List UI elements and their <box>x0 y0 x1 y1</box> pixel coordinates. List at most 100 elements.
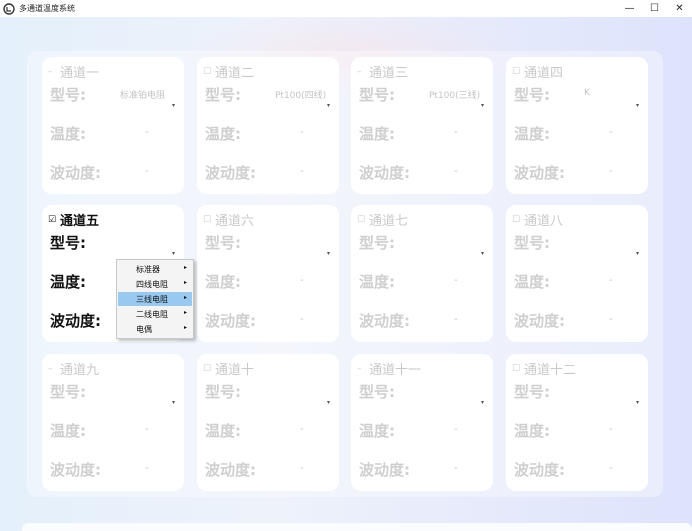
temperature-value: - <box>145 424 149 435</box>
channel-name: 通道三 <box>369 66 409 81</box>
model-dropdown-caret-icon[interactable]: ▾ <box>481 102 484 109</box>
temperature-label: 温度: <box>205 273 241 291</box>
model-dropdown-caret-icon[interactable]: ▾ <box>172 250 175 257</box>
temperature-label: 温度: <box>50 422 86 440</box>
channel-name: 通道十一 <box>369 363 422 378</box>
maximize-button[interactable]: ☐ <box>642 0 667 17</box>
model-label: 型号: <box>359 383 395 401</box>
channel-card-7: ☐ 通道七 型号: ▾ 温度: - 波动度: - <box>351 205 493 342</box>
channel-card-6: ☐ 通道六 型号: ▾ 温度: - 波动度: - <box>197 205 339 342</box>
temperature-value: - <box>300 275 304 286</box>
fluctuation-value: - <box>454 463 458 474</box>
channel-checkbox[interactable]: ☐ <box>512 67 522 77</box>
channel-header: ☐ 通道七 <box>357 210 408 229</box>
channel-card-2: ☐ 通道二 型号: Pt100(四线) ▾ 温度: - 波动度: - <box>197 57 339 194</box>
close-button[interactable]: ✕ <box>667 0 692 17</box>
fluctuation-label: 波动度: <box>50 461 101 479</box>
window-title: 多通道温度系统 <box>19 4 75 13</box>
channel-name: 通道四 <box>524 66 564 81</box>
channel-header: – 通道三 <box>357 62 408 81</box>
fluctuation-label: 波动度: <box>205 461 256 479</box>
temperature-label: 温度: <box>359 273 395 291</box>
channel-card-11: – 通道十一 型号: ▾ 温度: - 波动度: - <box>351 354 493 491</box>
channel-checkbox[interactable]: ☐ <box>512 364 522 374</box>
channel-checkbox[interactable]: ☑ <box>48 215 58 225</box>
channel-name: 通道十二 <box>524 363 577 378</box>
model-dropdown-caret-icon[interactable]: ▾ <box>172 399 175 406</box>
minimize-button[interactable]: — <box>617 0 642 17</box>
channel-header: ☐ 通道八 <box>512 210 563 229</box>
sensor-type-context-menu[interactable]: 标准器 ▸ 四线电阻 ▸ 三线电阻 ▸ 二线电阻 ▸ 电偶 ▸ <box>116 259 194 339</box>
temperature-value: - <box>454 275 458 286</box>
fluctuation-label: 波动度: <box>359 164 410 182</box>
menu-item[interactable]: 二线电阻 ▸ <box>118 307 192 321</box>
menu-item[interactable]: 四线电阻 ▸ <box>118 277 192 291</box>
model-label: 型号: <box>205 383 241 401</box>
temperature-label: 温度: <box>359 125 395 143</box>
channel-card-12: ☐ 通道十二 型号: ▾ 温度: - 波动度: - <box>506 354 648 491</box>
model-dropdown-caret-icon[interactable]: ▾ <box>327 250 330 257</box>
fluctuation-value: - <box>609 314 613 325</box>
model-value[interactable]: Pt100(四线) <box>275 88 326 101</box>
channel-checkbox[interactable]: ☐ <box>203 215 213 225</box>
submenu-arrow-icon: ▸ <box>183 264 187 271</box>
model-label: 型号: <box>50 234 86 252</box>
submenu-arrow-icon: ▸ <box>183 279 187 286</box>
model-label: 型号: <box>50 86 86 104</box>
menu-item-label: 二线电阻 <box>136 310 168 319</box>
channel-checkbox[interactable]: ☐ <box>357 215 367 225</box>
submenu-arrow-icon: ▸ <box>183 309 187 316</box>
model-dropdown-caret-icon[interactable]: ▾ <box>327 102 330 109</box>
model-dropdown-caret-icon[interactable]: ▾ <box>172 102 175 109</box>
channel-name: 通道七 <box>369 214 409 229</box>
channel-checkbox[interactable]: – <box>48 364 58 374</box>
model-label: 型号: <box>50 383 86 401</box>
menu-item[interactable]: 三线电阻 ▸ <box>118 292 192 306</box>
channel-checkbox[interactable]: – <box>357 364 367 374</box>
fluctuation-value: - <box>145 463 149 474</box>
model-value[interactable]: K <box>584 88 590 98</box>
temperature-label: 温度: <box>205 422 241 440</box>
model-dropdown-caret-icon[interactable]: ▾ <box>481 399 484 406</box>
temperature-value: - <box>609 424 613 435</box>
channel-header: ☐ 通道十 <box>203 359 254 378</box>
fluctuation-value: - <box>609 166 613 177</box>
channel-checkbox[interactable]: ☐ <box>203 364 213 374</box>
submenu-arrow-icon: ▸ <box>183 294 187 301</box>
channel-name: 通道八 <box>524 214 564 229</box>
model-dropdown-caret-icon[interactable]: ▾ <box>636 102 639 109</box>
channel-checkbox[interactable]: ☐ <box>512 215 522 225</box>
model-label: 型号: <box>514 234 550 252</box>
model-label: 型号: <box>205 234 241 252</box>
channel-header: – 通道九 <box>48 359 99 378</box>
submenu-arrow-icon: ▸ <box>183 324 187 331</box>
menu-item[interactable]: 标准器 ▸ <box>118 262 192 276</box>
temperature-label: 温度: <box>514 422 550 440</box>
model-dropdown-caret-icon[interactable]: ▾ <box>636 399 639 406</box>
temperature-value: - <box>300 127 304 138</box>
temperature-label: 温度: <box>514 125 550 143</box>
channel-name: 通道二 <box>215 66 255 81</box>
app-logo-icon <box>3 2 15 15</box>
fluctuation-value: - <box>300 166 304 177</box>
channel-checkbox[interactable]: ☐ <box>203 67 213 77</box>
model-label: 型号: <box>359 234 395 252</box>
channel-header: ☐ 通道十二 <box>512 359 576 378</box>
model-value[interactable]: Pt100(三线) <box>429 88 480 101</box>
model-value[interactable]: 标准铂电阻 <box>120 88 165 101</box>
fluctuation-label: 波动度: <box>50 164 101 182</box>
channel-name: 通道一 <box>60 66 100 81</box>
fluctuation-label: 波动度: <box>359 461 410 479</box>
channel-checkbox[interactable]: – <box>48 67 58 77</box>
fluctuation-value: - <box>609 463 613 474</box>
model-dropdown-caret-icon[interactable]: ▾ <box>327 399 330 406</box>
model-dropdown-caret-icon[interactable]: ▾ <box>636 250 639 257</box>
channel-name: 通道九 <box>60 363 100 378</box>
channel-checkbox[interactable]: – <box>357 67 367 77</box>
bottom-bar <box>22 523 692 531</box>
fluctuation-label: 波动度: <box>205 164 256 182</box>
channel-card-8: ☐ 通道八 型号: ▾ 温度: - 波动度: - <box>506 205 648 342</box>
channel-name: 通道六 <box>215 214 255 229</box>
menu-item[interactable]: 电偶 ▸ <box>118 322 192 336</box>
model-dropdown-caret-icon[interactable]: ▾ <box>481 250 484 257</box>
